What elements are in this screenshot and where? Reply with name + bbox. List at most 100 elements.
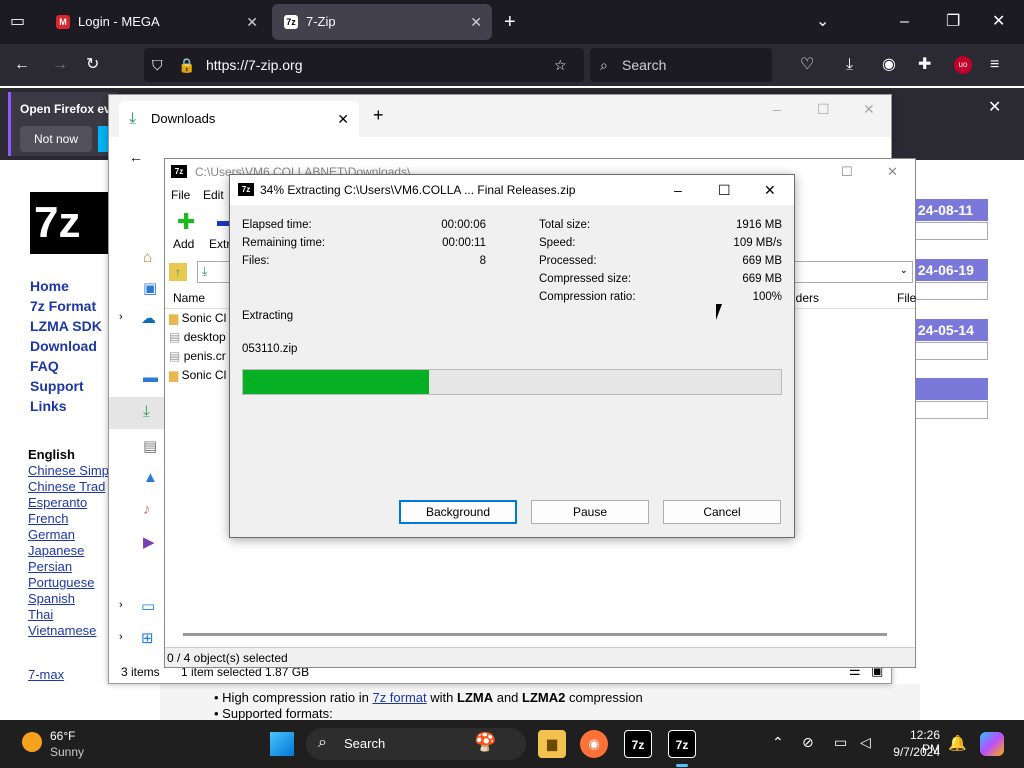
network-off-icon[interactable]: ⊘ bbox=[802, 734, 814, 751]
maximize-icon[interactable]: ☐ bbox=[817, 101, 830, 118]
firefox-icon[interactable]: ◉ bbox=[580, 730, 608, 758]
volume-icon[interactable]: ◁ bbox=[860, 734, 871, 751]
lang-link[interactable]: Chinese Simp bbox=[28, 463, 109, 478]
ublock-icon[interactable]: uo bbox=[954, 56, 972, 74]
menu-file[interactable]: File bbox=[171, 185, 190, 205]
download-icon[interactable]: ⤓ bbox=[846, 55, 853, 75]
horizontal-scrollbar[interactable] bbox=[183, 633, 887, 636]
lang-link[interactable]: Vietnamese bbox=[28, 623, 96, 638]
explorer-tab-downloads[interactable]: ⤓ Downloads ✕ bbox=[119, 101, 359, 137]
music-icon[interactable]: ♪ bbox=[143, 501, 151, 518]
lang-link[interactable]: Persian bbox=[28, 559, 72, 574]
bookmark-star-icon[interactable]: ☆ bbox=[554, 48, 567, 82]
back-icon[interactable]: ← bbox=[14, 55, 30, 75]
minimize-icon[interactable]: – bbox=[773, 101, 781, 117]
lang-link[interactable]: Thai bbox=[28, 607, 53, 622]
nav-lzma-sdk[interactable]: LZMA SDK bbox=[30, 318, 102, 334]
7z-format-link[interactable]: 7z format bbox=[372, 690, 426, 705]
desktop-icon[interactable]: ▬ bbox=[143, 369, 158, 386]
weather-sun-icon[interactable] bbox=[22, 732, 42, 752]
nav-links[interactable]: Links bbox=[30, 398, 67, 414]
nav-home[interactable]: Home bbox=[30, 278, 69, 294]
maximize-icon[interactable]: ☐ bbox=[718, 175, 731, 205]
close-notification-icon[interactable]: ✕ bbox=[988, 98, 1001, 118]
notification-bell-icon[interactable]: 🔔 bbox=[948, 734, 967, 752]
file-row[interactable]: ▤ desktop bbox=[169, 330, 226, 344]
chevron-right-icon[interactable]: › bbox=[119, 311, 123, 323]
nav-support[interactable]: Support bbox=[30, 378, 84, 394]
chevron-up-icon[interactable]: ⌃ bbox=[772, 734, 784, 751]
pocket-icon[interactable]: ♡ bbox=[800, 55, 814, 75]
7-max-link[interactable]: 7-max bbox=[28, 667, 64, 682]
back-icon[interactable]: ← bbox=[129, 149, 143, 165]
tab-list-icon[interactable]: ▭ bbox=[10, 12, 25, 32]
account-icon[interactable]: ◉ bbox=[882, 55, 896, 75]
background-button[interactable]: Background bbox=[399, 500, 517, 524]
close-tab-icon[interactable]: ✕ bbox=[246, 4, 258, 40]
url-bar[interactable]: ⛉ 🔒 https://7-zip.org ☆ bbox=[144, 48, 584, 82]
file-row[interactable]: ▆ Sonic Cl bbox=[169, 368, 226, 382]
add-button-label[interactable]: Add bbox=[173, 237, 194, 251]
chevron-down-icon[interactable]: ⌄ bbox=[816, 12, 829, 32]
cancel-button[interactable]: Cancel bbox=[663, 500, 781, 524]
lang-link[interactable]: Portuguese bbox=[28, 575, 95, 590]
home-icon[interactable]: ⌂ bbox=[143, 249, 152, 266]
lang-link[interactable]: German bbox=[28, 527, 75, 542]
minimize-icon[interactable]: – bbox=[900, 12, 909, 32]
gallery-icon[interactable]: ▣ bbox=[143, 279, 157, 297]
col-file[interactable]: File bbox=[897, 291, 916, 305]
videos-icon[interactable]: ▶ bbox=[143, 533, 155, 551]
browser-search-box[interactable]: ⌕ Search bbox=[590, 48, 772, 82]
close-window-icon[interactable]: ✕ bbox=[992, 12, 1005, 32]
menu-edit[interactable]: Edit bbox=[203, 185, 224, 205]
extensions-icon[interactable]: ✚ bbox=[918, 55, 931, 75]
copilot-icon[interactable] bbox=[980, 732, 1004, 756]
this-pc-icon[interactable]: ▭ bbox=[141, 597, 155, 615]
weather-desc[interactable]: Sunny bbox=[50, 745, 84, 759]
col-name[interactable]: Name bbox=[173, 291, 205, 305]
clock-date[interactable]: 9/7/2024 bbox=[890, 745, 940, 759]
file-explorer-icon[interactable]: ▆ bbox=[538, 730, 566, 758]
7zip-taskbar-icon[interactable]: 7z bbox=[624, 730, 652, 758]
maximize-icon[interactable]: ☐ bbox=[841, 159, 853, 185]
nav-download[interactable]: Download bbox=[30, 338, 97, 354]
lang-link[interactable]: Chinese Trad bbox=[28, 479, 105, 494]
close-window-icon[interactable]: ✕ bbox=[887, 159, 898, 185]
forward-icon[interactable]: → bbox=[52, 55, 68, 75]
new-tab-icon[interactable]: + bbox=[504, 12, 516, 32]
close-tab-icon[interactable]: ✕ bbox=[337, 101, 349, 137]
file-row[interactable]: ▤ penis.cr bbox=[169, 349, 226, 363]
reload-icon[interactable]: ↻ bbox=[86, 55, 99, 75]
chevron-down-icon[interactable]: ⌄ bbox=[900, 265, 908, 276]
minimize-icon[interactable]: – bbox=[674, 175, 682, 205]
not-now-button[interactable]: Not now bbox=[20, 126, 92, 152]
7zip-taskbar-icon-active[interactable]: 7z bbox=[668, 730, 696, 758]
close-window-icon[interactable]: ✕ bbox=[863, 101, 875, 118]
lang-link[interactable]: Japanese bbox=[28, 543, 84, 558]
add-icon[interactable]: ✚ bbox=[177, 211, 195, 233]
windows-start-icon[interactable] bbox=[270, 732, 294, 756]
taskbar-search-box[interactable]: ⌕ Search 🍄 bbox=[306, 728, 526, 760]
close-dialog-icon[interactable]: ✕ bbox=[764, 175, 776, 205]
col-folders[interactable]: lders bbox=[793, 291, 819, 305]
menu-icon[interactable]: ≡ bbox=[990, 55, 999, 75]
nav-7z-format[interactable]: 7z Format bbox=[30, 298, 96, 314]
pictures-icon[interactable]: ▲ bbox=[143, 469, 158, 486]
weather-temp[interactable]: 66°F bbox=[50, 729, 75, 743]
lang-link[interactable]: French bbox=[28, 511, 68, 526]
restore-icon[interactable]: ❐ bbox=[946, 12, 960, 32]
pause-button[interactable]: Pause bbox=[531, 500, 649, 524]
display-icon[interactable]: ▭ bbox=[834, 734, 847, 751]
new-tab-icon[interactable]: + bbox=[373, 105, 384, 126]
nav-faq[interactable]: FAQ bbox=[30, 358, 59, 374]
close-tab-icon[interactable]: ✕ bbox=[470, 4, 482, 40]
lang-link[interactable]: Spanish bbox=[28, 591, 75, 606]
documents-icon[interactable]: ▤ bbox=[143, 437, 157, 455]
folder-up-icon[interactable]: ↑ bbox=[169, 263, 187, 281]
lang-link[interactable]: Esperanto bbox=[28, 495, 87, 510]
tab-7zip[interactable]: 7z 7-Zip ✕ bbox=[272, 4, 492, 40]
nav-item-downloads[interactable] bbox=[109, 397, 165, 429]
network-icon[interactable]: ⊞ bbox=[141, 629, 154, 647]
onedrive-icon[interactable]: ☁ bbox=[141, 309, 156, 327]
chevron-right-icon[interactable]: › bbox=[119, 631, 123, 643]
